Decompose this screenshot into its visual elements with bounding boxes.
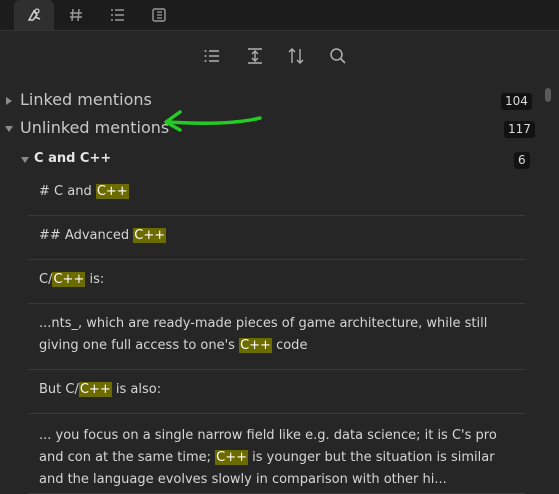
unlinked-mentions-label: Unlinked mentions: [20, 118, 170, 137]
highlighted-match: C++: [95, 184, 129, 199]
mention-item[interactable]: ## Advanced C++: [28, 215, 525, 260]
mention-item[interactable]: But C/C++ is also:: [28, 369, 525, 414]
mention-text: ...nts_, which are ready-made pieces of …: [39, 316, 488, 331]
mention-text: ## Advanced: [39, 228, 134, 243]
highlighted-match: C++: [215, 450, 249, 465]
mention-line: ... you focus on a single narrow field l…: [39, 425, 497, 447]
mention-text: giving one full access to one's: [39, 338, 240, 353]
mention-text: is younger but the situation is similar: [248, 450, 495, 465]
mention-line: But C/C++ is also:: [39, 379, 161, 401]
mention-text: is:: [85, 272, 105, 287]
outline-icon: [152, 8, 166, 22]
scrollbar-thumb[interactable]: [545, 88, 551, 102]
collapse-right-icon: [6, 97, 12, 105]
highlighted-match: C++: [239, 338, 272, 353]
file-group-count: 6: [514, 152, 530, 169]
tab-tags[interactable]: [60, 0, 92, 30]
unlinked-mentions-header[interactable]: Unlinked mentions 117: [0, 116, 540, 142]
mention-item[interactable]: ... you focus on a single narrow field l…: [28, 413, 525, 494]
mention-line: giving one full access to one's C++ code: [39, 335, 307, 357]
linked-mentions-label: Linked mentions: [20, 90, 152, 109]
highlighted-match: C++: [52, 272, 86, 287]
list-icon: [204, 50, 219, 62]
highlighted-match: C++: [133, 228, 167, 243]
mention-line: ...nts_, which are ready-made pieces of …: [39, 313, 487, 335]
collapse-results-button[interactable]: [197, 41, 227, 71]
unlinked-mentions-count: 117: [504, 121, 535, 138]
hashtag-icon: [70, 8, 82, 22]
mention-text: But C/: [39, 382, 79, 397]
expand-icon: [248, 48, 262, 64]
linked-mentions-count: 104: [501, 93, 532, 110]
mention-line: # C and C++: [39, 181, 129, 203]
mention-item[interactable]: ...nts_, which are ready-made pieces of …: [28, 303, 525, 370]
sort-button[interactable]: [281, 41, 311, 71]
tab-backlinks[interactable]: [14, 0, 54, 30]
backlinks-icon: [27, 8, 41, 21]
tab-outline[interactable]: [143, 0, 175, 30]
mention-text: and the language evolves slowly in compa…: [39, 472, 447, 487]
mention-text: code: [271, 338, 308, 353]
mention-line: and the language evolves slowly in compa…: [39, 469, 447, 491]
mention-item[interactable]: # C and C++: [28, 172, 525, 216]
highlighted-match: C++: [78, 382, 112, 397]
search-icon: [330, 48, 346, 64]
mention-text: C/: [39, 272, 53, 287]
list-icon: [111, 9, 124, 21]
backlinks-toolbar: [195, 41, 360, 71]
annotation-arrow-icon: [164, 110, 262, 132]
mention-text: is also:: [111, 382, 162, 397]
mention-line: C/C++ is:: [39, 269, 104, 291]
linked-mentions-header[interactable]: Linked mentions 104: [0, 88, 540, 114]
mention-item[interactable]: C/C++ is:: [28, 259, 525, 304]
chevron-down-icon[interactable]: [21, 157, 29, 163]
mention-text: and con at the same time;: [39, 450, 216, 465]
chevron-down-icon: [5, 126, 13, 132]
mention-text: # C and: [39, 184, 96, 199]
mention-line: ## Advanced C++: [39, 225, 167, 247]
tab-list[interactable]: [102, 0, 134, 30]
mention-line: and con at the same time; C++ is younger…: [39, 447, 495, 469]
show-more-context-button[interactable]: [240, 41, 270, 71]
tab-bar: [0, 0, 559, 30]
sort-icon: [288, 48, 304, 64]
mention-text: ... you focus on a single narrow field l…: [39, 428, 497, 443]
search-button[interactable]: [323, 41, 353, 71]
file-group-title[interactable]: C and C++: [34, 151, 111, 166]
